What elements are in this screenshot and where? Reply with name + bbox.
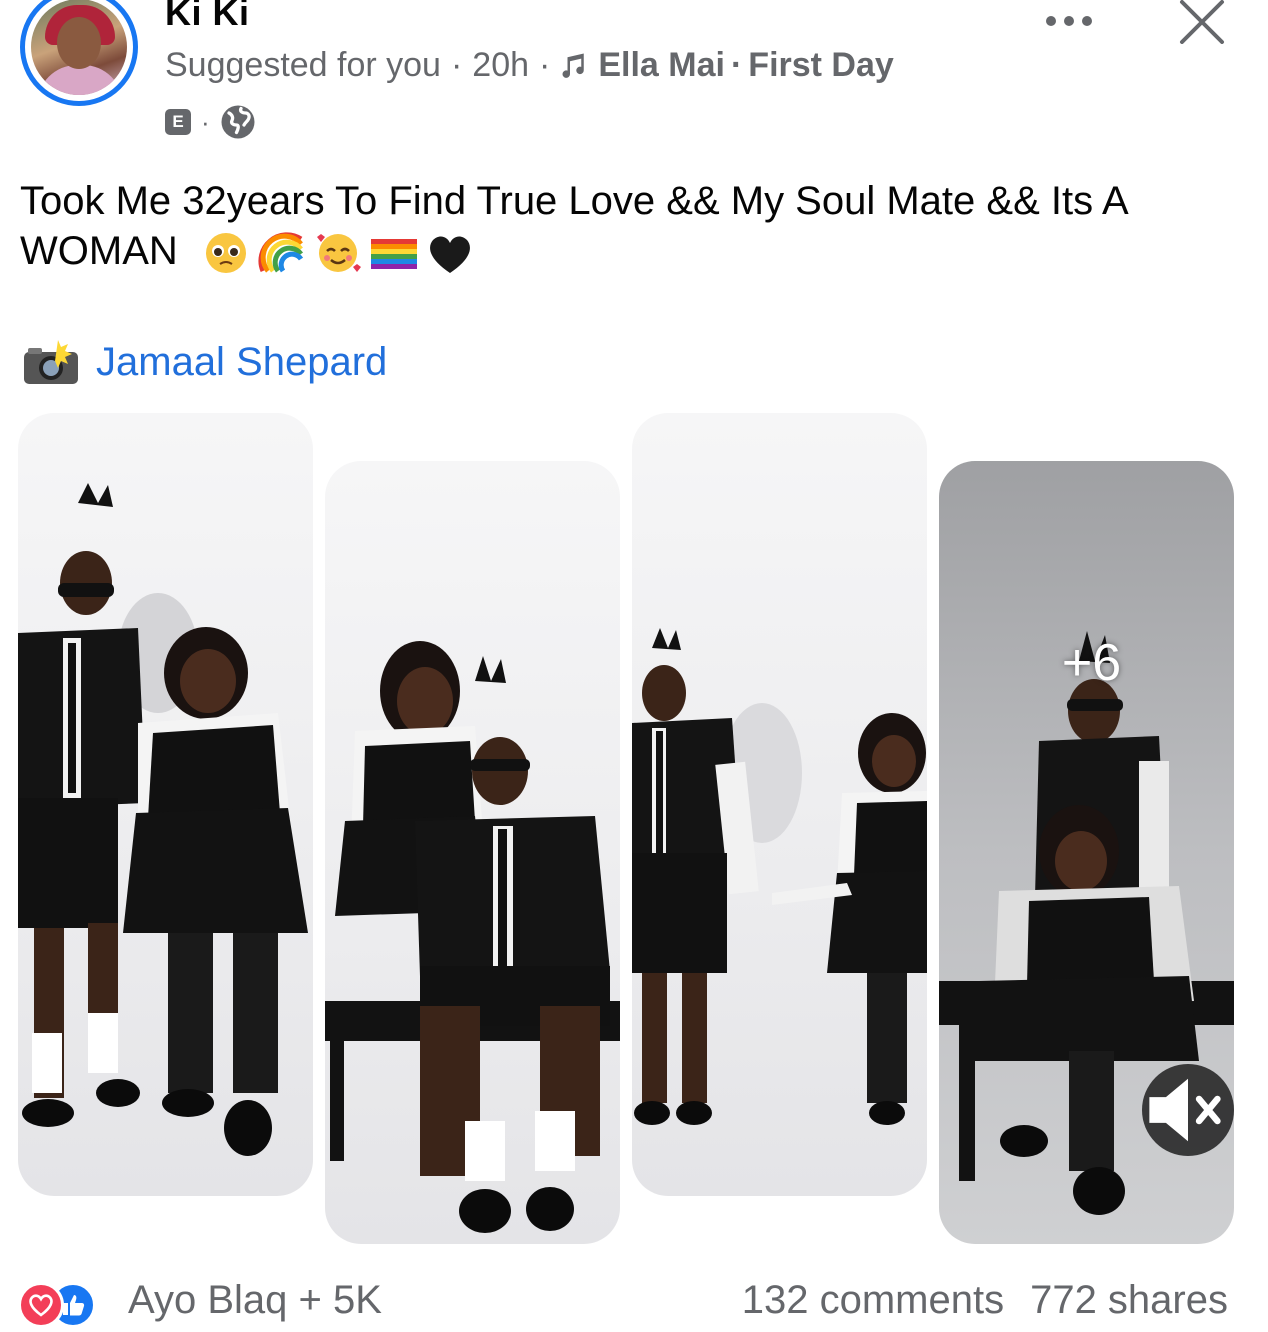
- pleading-face-emoji: [205, 233, 246, 274]
- post-time[interactable]: 20h: [472, 46, 529, 85]
- music-artist: Ella Mai: [598, 46, 725, 84]
- separator-dot: ·: [201, 106, 210, 137]
- couple-photo-image: [325, 641, 620, 1233]
- post-subrow: E ·: [165, 104, 256, 140]
- music-song: First Day: [748, 46, 894, 84]
- music-note-icon: [562, 53, 585, 78]
- love-reaction-icon: [18, 1282, 64, 1328]
- post-photo-4[interactable]: +6: [939, 461, 1234, 1244]
- photographer-name[interactable]: Jamaal Shepard: [96, 340, 387, 385]
- shares-count[interactable]: 772 shares: [1030, 1278, 1228, 1323]
- separator-dot: ·: [539, 46, 551, 84]
- more-options-icon[interactable]: [1046, 10, 1096, 32]
- globe-icon: [221, 105, 255, 139]
- camera-flash-icon: [24, 340, 78, 384]
- avatar-image: [31, 0, 127, 95]
- rainbow-flag-emoji: [370, 239, 417, 270]
- speaker-muted-icon: [1149, 1078, 1221, 1142]
- author-name[interactable]: Ki Ki: [165, 0, 250, 34]
- separator-dot: ·: [450, 46, 463, 84]
- music-attribution[interactable]: Ella Mai · First Day: [560, 46, 894, 85]
- caption-text: Took Me 32years To Find True Love && My …: [20, 179, 1127, 273]
- couple-photo-image: [18, 483, 308, 1156]
- couple-photo-image: [632, 628, 927, 1125]
- photo-credit: Jamaal Shepard: [22, 338, 387, 386]
- mute-button[interactable]: [1142, 1064, 1234, 1156]
- smiling-hearts-emoji: [316, 234, 361, 273]
- author-avatar[interactable]: [20, 0, 138, 106]
- black-heart-emoji: [429, 236, 470, 274]
- caption-emojis: [201, 231, 475, 275]
- close-icon[interactable]: [1178, 0, 1226, 44]
- post-footer: Ayo Blaq + 5K 132 comments 772 shares: [0, 1276, 1268, 1332]
- post-meta: Suggested for you · 20h · Ella Mai · Fir…: [165, 46, 894, 85]
- post-header: Ki Ki Suggested for you · 20h · Ella Mai…: [0, 0, 1268, 150]
- post-photo-1[interactable]: [18, 413, 313, 1196]
- post-photo-2[interactable]: [325, 461, 620, 1244]
- rainbow-emoji: [258, 232, 303, 274]
- reaction-icons[interactable]: [18, 1280, 108, 1330]
- comments-count[interactable]: 132 comments: [742, 1278, 1004, 1323]
- reactions-summary[interactable]: Ayo Blaq + 5K: [128, 1278, 382, 1323]
- suggested-label: Suggested for you: [165, 46, 441, 84]
- post-caption: Took Me 32years To Find True Love && My …: [20, 176, 1250, 276]
- e-badge: E: [165, 109, 191, 135]
- engagement-counts: 132 comments 772 shares: [742, 1278, 1228, 1323]
- post-photo-3[interactable]: [632, 413, 927, 1196]
